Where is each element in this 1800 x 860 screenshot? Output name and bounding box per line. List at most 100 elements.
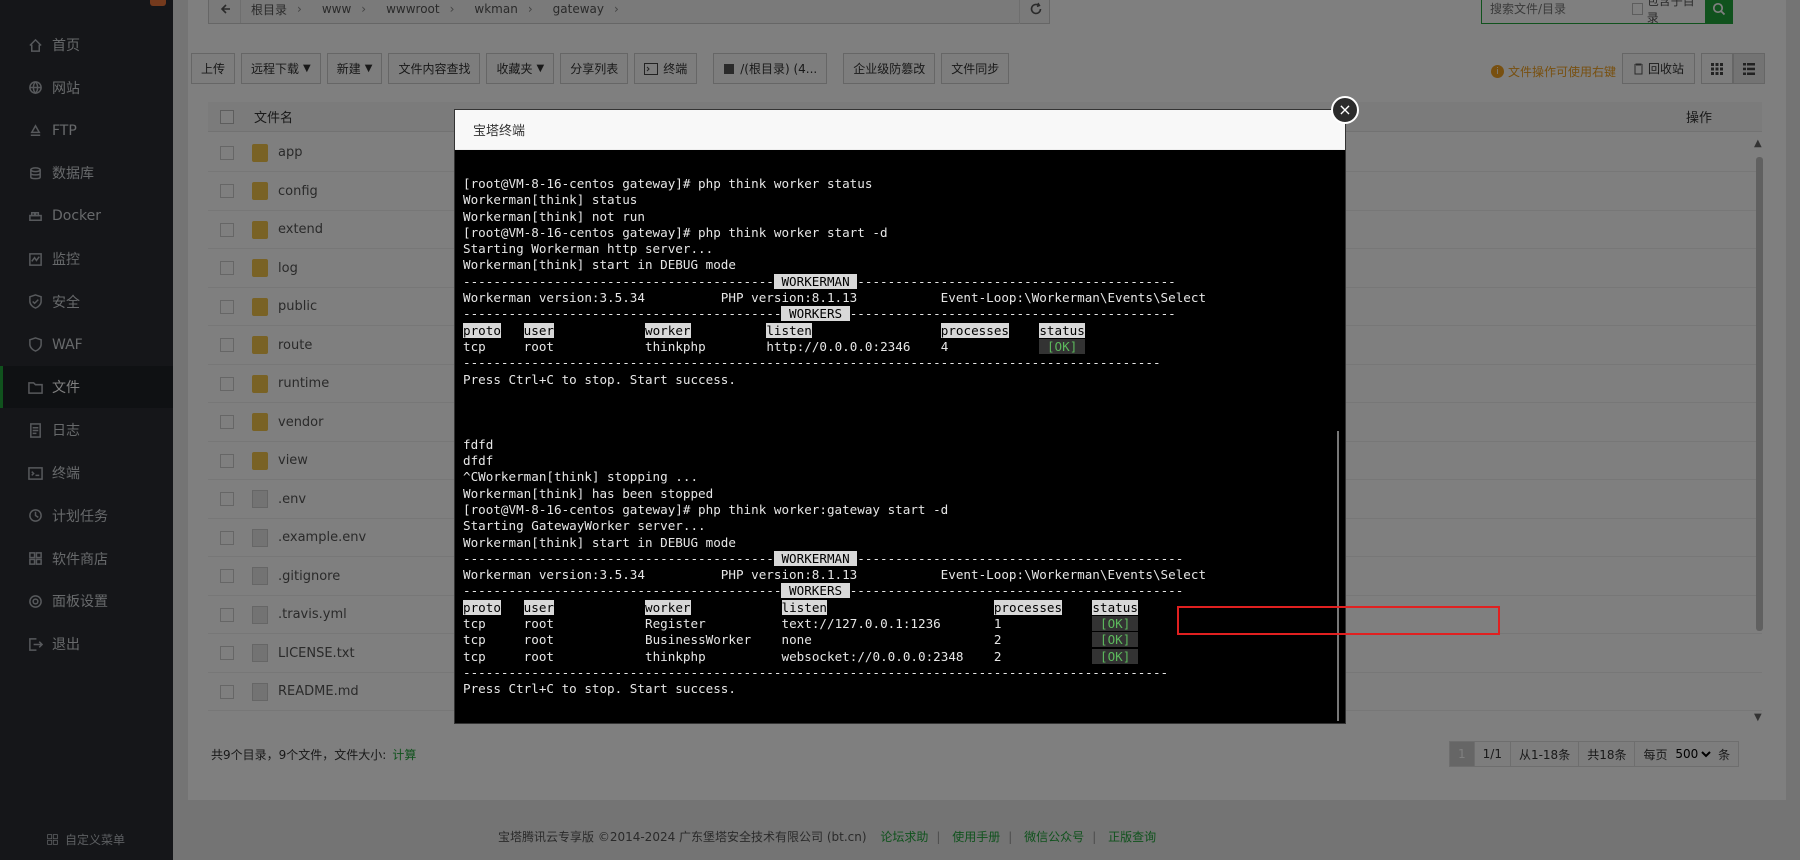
- terminal-cell: worker: [645, 599, 691, 615]
- terminal-text: dfdf: [463, 453, 494, 469]
- terminal-cell: status: [1039, 322, 1085, 338]
- terminal-text: ----------------------------------------…: [849, 583, 1184, 599]
- terminal-line: ----------------------------------------…: [463, 306, 1333, 322]
- close-icon: ×: [1338, 100, 1352, 119]
- modal-title: 宝塔终端: [473, 124, 526, 139]
- terminal-modal: 宝塔终端 × [root@VM-8-16-centos gateway]# ph…: [454, 96, 1500, 724]
- terminal-text: Workerman[think] start in DEBUG mode: [463, 534, 736, 550]
- terminal-cell: worker: [645, 322, 691, 338]
- terminal-line: Workerman[think] not run: [463, 209, 1333, 225]
- terminal-line: ----------------------------------------…: [463, 273, 1333, 290]
- terminal-cell: [OK]: [1092, 616, 1138, 632]
- terminal-line: Starting Workerman http server...: [463, 241, 1333, 257]
- terminal-line: Workerman version:3.5.34 PHP version:8.1…: [463, 290, 1333, 306]
- terminal-cell: Register: [645, 616, 706, 632]
- terminal-line: ----------------------------------------…: [463, 550, 1333, 567]
- terminal-line: tcp root thinkphp websocket://0.0.0.0:23…: [463, 648, 1333, 665]
- terminal-line: Press Ctrl+C to stop. Start success.: [463, 681, 1333, 697]
- terminal-cell: text://127.0.0.1:1236: [781, 616, 941, 632]
- terminal-cell: root: [523, 648, 555, 664]
- terminal-line: ----------------------------------------…: [463, 355, 1333, 371]
- terminal-cell: status: [1092, 599, 1138, 615]
- terminal-line: dfdf: [463, 453, 1333, 469]
- terminal-output[interactable]: [root@VM-8-16-centos gateway]# php think…: [463, 176, 1333, 716]
- terminal-cell: root: [523, 632, 555, 648]
- terminal-text: ----------------------------------------…: [857, 273, 1176, 289]
- terminal-text: ^CWorkerman[think] stopping ...: [463, 469, 699, 485]
- terminal-line: ----------------------------------------…: [463, 665, 1333, 681]
- terminal-line: ----------------------------------------…: [463, 583, 1333, 599]
- terminal-text: Workerman version:3.5.34 PHP version:8.1…: [463, 290, 1207, 306]
- terminal-cell: thinkphp: [645, 648, 706, 664]
- terminal-cell: tcp: [463, 648, 486, 664]
- terminal-text: ----------------------------------------…: [463, 306, 782, 322]
- terminal-text: Starting Workerman http server...: [463, 241, 714, 257]
- terminal-banner: WORKERMAN: [773, 273, 858, 289]
- terminal-cell: root: [523, 616, 555, 632]
- terminal-cell: proto: [463, 322, 501, 338]
- terminal-line: ^CWorkerman[think] stopping ...: [463, 469, 1333, 485]
- terminal-banner: WORKERS: [781, 306, 850, 322]
- highlight-annotation: [1177, 606, 1500, 635]
- terminal-cell: websocket://0.0.0.0:2348: [781, 648, 964, 664]
- terminal-text: Workerman version:3.5.34 PHP version:8.1…: [463, 567, 1207, 583]
- terminal-cell: [OK]: [1092, 648, 1138, 664]
- terminal-line: Workerman version:3.5.34 PHP version:8.1…: [463, 567, 1333, 583]
- terminal-banner: WORKERS: [781, 583, 850, 599]
- terminal-text: [root@VM-8-16-centos gateway]# php think…: [463, 224, 888, 240]
- terminal-cell: processes: [940, 322, 1009, 338]
- terminal-text: ----------------------------------------…: [463, 583, 782, 599]
- terminal-cell: tcp: [463, 632, 486, 648]
- terminal-text: Workerman[think] start in DEBUG mode: [463, 257, 736, 273]
- terminal-cell: listen: [766, 322, 812, 338]
- modal-header: 宝塔终端: [455, 110, 1345, 150]
- terminal-text: [root@VM-8-16-centos gateway]# php think…: [463, 501, 949, 517]
- terminal-cell: user: [523, 599, 555, 615]
- terminal-line: Workerman[think] start in DEBUG mode: [463, 257, 1333, 273]
- terminal-text: Workerman[think] not run: [463, 208, 645, 224]
- terminal-cell: user: [523, 322, 555, 338]
- terminal-cell: tcp: [463, 338, 486, 354]
- terminal-cell: [OK]: [1092, 632, 1138, 648]
- terminal-cell: [OK]: [1039, 338, 1085, 354]
- terminal-line: Starting GatewayWorker server...: [463, 518, 1333, 534]
- terminal-text: Workerman[think] status: [463, 192, 638, 208]
- terminal-cell: http://0.0.0.0:2346: [766, 338, 911, 354]
- terminal-line: [root@VM-8-16-centos gateway]# php think…: [463, 225, 1333, 241]
- terminal-line: [root@VM-8-16-centos gateway]# php think…: [463, 502, 1333, 518]
- terminal-banner: WORKERMAN: [773, 550, 858, 566]
- terminal-text: ----------------------------------------…: [463, 664, 1169, 680]
- terminal-text: ----------------------------------------…: [849, 306, 1176, 322]
- terminal-text: [root@VM-8-16-centos gateway]# php think…: [463, 176, 873, 191]
- terminal-line: Press Ctrl+C to stop. Start success.: [463, 372, 1333, 388]
- terminal-text: Press Ctrl+C to stop. Start success.: [463, 371, 736, 387]
- terminal-text: ----------------------------------------…: [463, 273, 774, 289]
- terminal-line: [root@VM-8-16-centos gateway]# php think…: [463, 176, 1333, 192]
- terminal-text: Press Ctrl+C to stop. Start success.: [463, 681, 736, 697]
- terminal-cell: none: [781, 632, 812, 648]
- terminal-cell: thinkphp: [645, 338, 706, 354]
- terminal-text: Starting GatewayWorker server...: [463, 518, 706, 534]
- terminal-line: Workerman[think] status: [463, 192, 1333, 208]
- terminal-text: fdfd: [463, 436, 494, 452]
- terminal-text: ----------------------------------------…: [463, 550, 774, 566]
- terminal-text: ----------------------------------------…: [463, 355, 1161, 371]
- terminal-cell: root: [523, 338, 555, 354]
- terminal-line: proto user worker listen processes statu…: [463, 322, 1333, 339]
- terminal-line: fdfd: [463, 437, 1333, 453]
- terminal-scrollbar[interactable]: [1337, 431, 1339, 721]
- terminal-text: ----------------------------------------…: [857, 550, 1184, 566]
- terminal-cell: BusinessWorker: [645, 632, 752, 648]
- terminal-line: Workerman[think] start in DEBUG mode: [463, 535, 1333, 551]
- terminal-line: Workerman[think] has been stopped: [463, 486, 1333, 502]
- terminal-text: Workerman[think] has been stopped: [463, 485, 714, 501]
- terminal-cell: proto: [463, 599, 501, 615]
- terminal-line: tcp root thinkphp http://0.0.0.0:2346 4 …: [463, 338, 1333, 355]
- terminal-cell: listen: [781, 599, 828, 615]
- terminal-cell: processes: [993, 599, 1063, 615]
- terminal-cell: tcp: [463, 616, 486, 632]
- close-button[interactable]: ×: [1331, 96, 1359, 124]
